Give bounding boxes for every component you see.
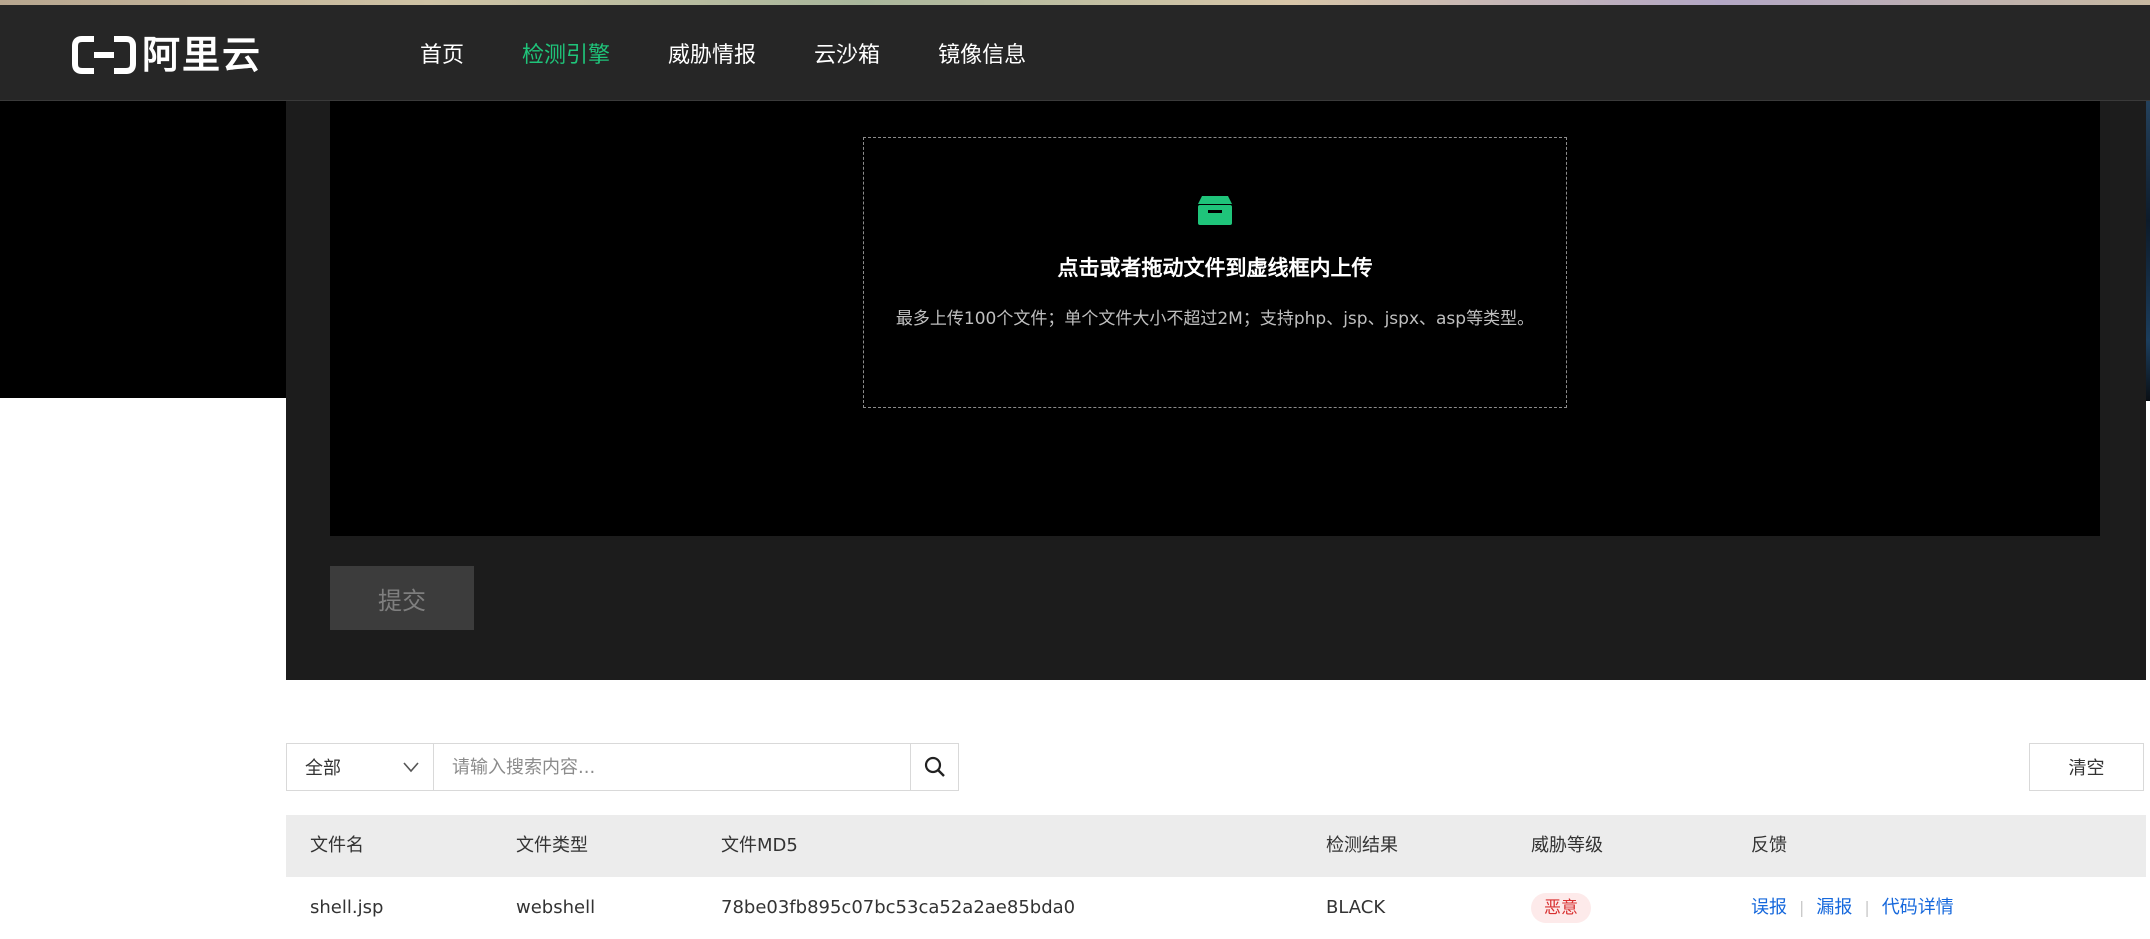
aliyun-logo-icon — [72, 36, 136, 74]
upload-title: 点击或者拖动文件到虚线框内上传 — [1057, 256, 1373, 280]
cell-result: BLACK — [1326, 897, 1386, 918]
results-table: 文件名 文件类型 文件MD5 检测结果 威胁等级 反馈 shell.jsp we… — [286, 815, 2146, 939]
nav-image-info[interactable]: 镜像信息 — [938, 37, 1026, 69]
type-filter-value: 全部 — [305, 758, 341, 779]
header-result: 检测结果 — [1326, 835, 1398, 856]
header-feedback: 反馈 — [1751, 835, 1787, 856]
header-file-md5: 文件MD5 — [721, 835, 798, 856]
cell-file-name: shell.jsp — [310, 897, 384, 918]
chevron-down-icon — [403, 762, 419, 773]
table-header: 文件名 文件类型 文件MD5 检测结果 威胁等级 反馈 — [286, 815, 2146, 877]
header-file-name: 文件名 — [310, 835, 364, 856]
false-negative-link[interactable]: 漏报 — [1816, 897, 1852, 918]
aliyun-logo[interactable]: 阿里云 — [72, 35, 262, 75]
link-divider: | — [1864, 898, 1870, 917]
inbox-icon — [1198, 196, 1232, 225]
cell-file-md5: 78be03fb895c07bc53ca52a2ae85bda0 — [721, 897, 1076, 918]
upload-hint: 最多上传100个文件；单个文件大小不超过2M；支持php、jsp、jspx、as… — [895, 309, 1535, 329]
search-input[interactable] — [433, 743, 911, 791]
submit-button[interactable]: 提交 — [330, 566, 474, 630]
nav-home[interactable]: 首页 — [420, 37, 464, 69]
nav-threat-intel[interactable]: 威胁情报 — [668, 37, 756, 69]
link-divider: | — [1799, 898, 1805, 917]
search-toolbar: 全部 清空 — [286, 743, 2146, 791]
type-filter-select[interactable]: 全部 — [286, 743, 434, 791]
search-icon — [924, 756, 945, 777]
upload-panel: 点击或者拖动文件到虚线框内上传 最多上传100个文件；单个文件大小不超过2M；支… — [286, 101, 2146, 680]
threat-level-badge: 恶意 — [1531, 893, 1591, 923]
header-file-type: 文件类型 — [516, 835, 588, 856]
background-image-edge — [2146, 101, 2150, 401]
cell-threat-level: 恶意 — [1531, 877, 1591, 939]
main-nav: 首页 检测引擎 威胁情报 云沙箱 镜像信息 — [420, 5, 1084, 101]
cell-file-type: webshell — [516, 897, 596, 918]
false-positive-link[interactable]: 误报 — [1751, 897, 1787, 918]
clear-button[interactable]: 清空 — [2029, 743, 2144, 791]
table-row: shell.jsp webshell 78be03fb895c07bc53ca5… — [286, 877, 2146, 939]
code-details-link[interactable]: 代码详情 — [1882, 897, 1954, 918]
upload-dropzone[interactable]: 点击或者拖动文件到虚线框内上传 最多上传100个文件；单个文件大小不超过2M；支… — [863, 137, 1567, 408]
upload-area: 点击或者拖动文件到虚线框内上传 最多上传100个文件；单个文件大小不超过2M；支… — [330, 101, 2100, 536]
cell-feedback: 误报 | 漏报 | 代码详情 — [1751, 877, 1954, 939]
nav-detection-engine[interactable]: 检测引擎 — [522, 37, 610, 69]
top-navbar: 阿里云 首页 检测引擎 威胁情报 云沙箱 镜像信息 — [0, 5, 2150, 101]
logo-text: 阿里云 — [142, 33, 263, 77]
nav-cloud-sandbox[interactable]: 云沙箱 — [814, 37, 880, 69]
header-threat-level: 威胁等级 — [1531, 835, 1603, 856]
search-button[interactable] — [910, 743, 959, 791]
hero-background — [0, 101, 286, 398]
